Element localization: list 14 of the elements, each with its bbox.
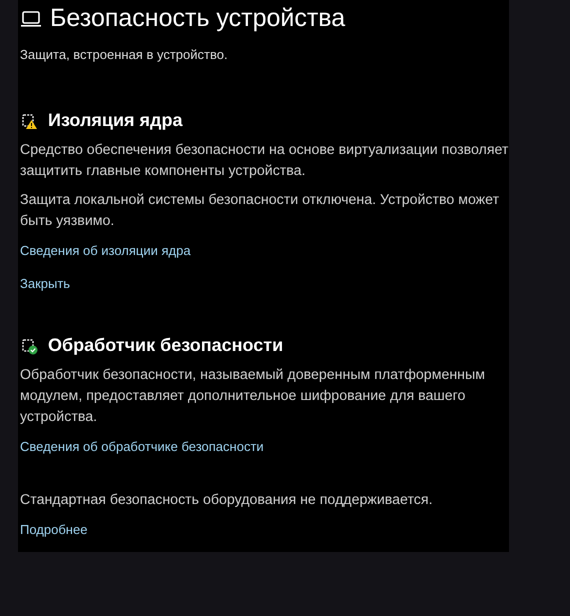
description-text: Обработчик безопасности, называемый доверенным платформенным модулем, предоставляет дополнительное шифрование для вашего устройства.	[20, 366, 486, 427]
description-text: Стандартная безопасность оборудования не поддерживается.	[20, 491, 434, 510]
link[interactable]: Закрыть	[20, 276, 70, 291]
page-subtitle: Защита, встроенная в устройство.	[20, 47, 229, 62]
description-text: Средство обеспечения безопасности на основе виртуализации позволяет защитить главные компоненты устройства.	[20, 141, 509, 181]
laptop-icon	[20, 10, 42, 28]
page-title: Безопасность устройства	[50, 4, 346, 33]
link[interactable]: Подробнее	[20, 522, 88, 537]
description-text: Защита локальной системы безопасности отключена. Устройство может быть уязвимо.	[20, 191, 500, 231]
section-heading: Изоляция ядра	[48, 110, 182, 131]
link[interactable]: Сведения об изоляции ядра	[20, 243, 191, 258]
section-heading: Обработчик безопасности	[48, 335, 284, 356]
link[interactable]: Сведения об обработчике безопасности	[20, 439, 264, 454]
chip-check-icon	[20, 336, 38, 354]
